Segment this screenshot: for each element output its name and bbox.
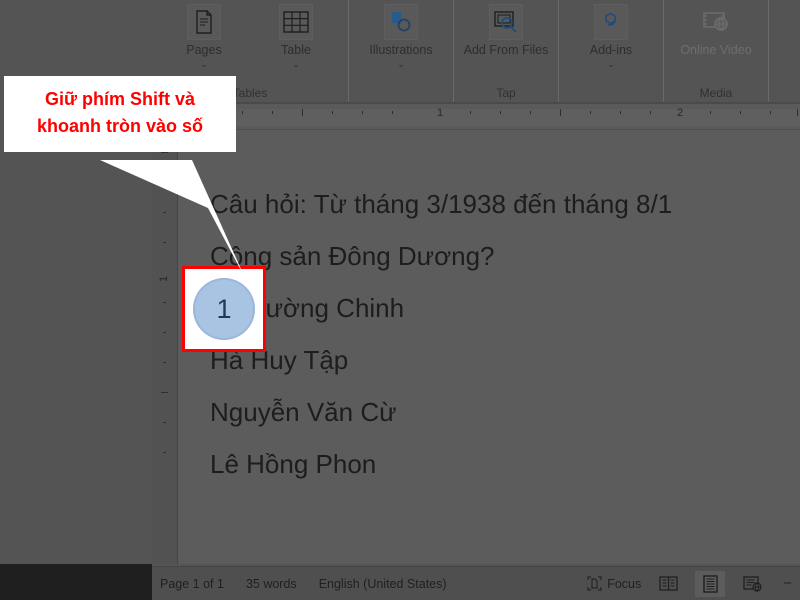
web-layout-button[interactable] (737, 571, 767, 597)
callout-tail (100, 160, 260, 290)
ribbon-button-add-ins[interactable]: Add-ins ⌄ (565, 2, 657, 69)
table-icon (279, 4, 313, 40)
document-area[interactable]: Câu hỏi: Từ tháng 3/1938 đến tháng 8/1 C… (178, 130, 800, 564)
document-line: Nguyễn Văn Cừ (210, 386, 800, 438)
ribbon-group-links: Links ⌄ (769, 0, 800, 103)
ribbon-button-label: Add-ins (590, 43, 632, 58)
word-window: Pages ⌄ Table ⌄ Tables (0, 0, 800, 600)
read-mode-icon (659, 575, 678, 592)
ribbon-group-tap: Add From Files Tap (454, 0, 559, 103)
ribbon-button-label: Online Video (680, 43, 751, 58)
ribbon-button-pages[interactable]: Pages ⌄ (158, 2, 250, 69)
add-ins-icon (594, 4, 628, 40)
ribbon-button-table[interactable]: Table ⌄ (250, 2, 342, 69)
ribbon: Pages ⌄ Table ⌄ Tables (152, 0, 800, 103)
horizontal-ruler[interactable]: 1 2 (152, 104, 800, 130)
word-count[interactable]: 35 words (246, 577, 297, 591)
ribbon-button-links[interactable]: Links ⌄ (775, 2, 800, 69)
callout-text: Giữ phím Shift và khoanh tròn vào số (12, 86, 228, 140)
document-line: Lê Hồng Phon (210, 438, 800, 490)
left-gutter-bottom (0, 564, 152, 600)
ribbon-group-media: Online Video Media (664, 0, 769, 103)
print-layout-icon (702, 575, 719, 593)
ruler-track (152, 109, 800, 126)
chevron-down-icon[interactable]: ⌄ (200, 59, 208, 69)
document-line: Câu hỏi: Từ tháng 3/1938 đến tháng 8/1 (210, 178, 800, 230)
ribbon-button-add-from-files[interactable]: Add From Files (460, 2, 552, 58)
ribbon-button-illustrations[interactable]: Illustrations ⌄ (355, 2, 447, 69)
focus-button[interactable]: Focus (587, 576, 641, 591)
callout-box: Giữ phím Shift và khoanh tròn vào số (4, 76, 236, 152)
ribbon-button-label: Add From Files (464, 43, 549, 58)
ribbon-group-title: Tap (460, 83, 552, 103)
document-page[interactable]: Câu hỏi: Từ tháng 3/1938 đến tháng 8/1 C… (178, 130, 800, 564)
ribbon-button-label: Illustrations (369, 43, 432, 58)
ribbon-group-addins: Add-ins ⌄ (559, 0, 664, 103)
status-bar: Page 1 of 1 35 words English (United Sta… (152, 566, 800, 600)
document-line: Trường Chinh (210, 282, 800, 334)
web-layout-icon (743, 575, 762, 592)
ribbon-button-online-video: Online Video (670, 2, 762, 58)
ribbon-groups: Pages ⌄ Table ⌄ Tables (152, 0, 800, 103)
focus-icon (587, 576, 602, 591)
read-mode-button[interactable] (653, 571, 683, 597)
ribbon-group-title (565, 83, 657, 103)
ribbon-group-title: Media (670, 83, 762, 103)
add-from-files-icon (489, 4, 523, 40)
ruler-number: 1 (437, 107, 443, 119)
ribbon-group-title (775, 83, 800, 103)
zoom-out-button[interactable]: − (779, 575, 792, 592)
ribbon-group-illustrations: Illustrations ⌄ (349, 0, 454, 103)
ribbon-group-title (355, 83, 447, 103)
page-indicator[interactable]: Page 1 of 1 (160, 577, 224, 591)
illustrations-icon (384, 4, 418, 40)
ribbon-button-label: Table (281, 43, 311, 58)
document-line: Hà Huy Tập (210, 334, 800, 386)
ribbon-button-label: Pages (186, 43, 221, 58)
print-layout-button[interactable] (695, 571, 725, 597)
chevron-down-icon[interactable]: ⌄ (607, 59, 615, 69)
online-video-icon (699, 4, 733, 40)
language-indicator[interactable]: English (United States) (319, 577, 447, 591)
document-line: Cộng sản Đông Dương? (210, 230, 800, 282)
chevron-down-icon[interactable]: ⌄ (292, 59, 300, 69)
pages-icon (187, 4, 221, 40)
chevron-down-icon[interactable]: ⌄ (397, 59, 405, 69)
focus-label: Focus (607, 577, 641, 591)
ruler-number: 2 (677, 107, 683, 119)
